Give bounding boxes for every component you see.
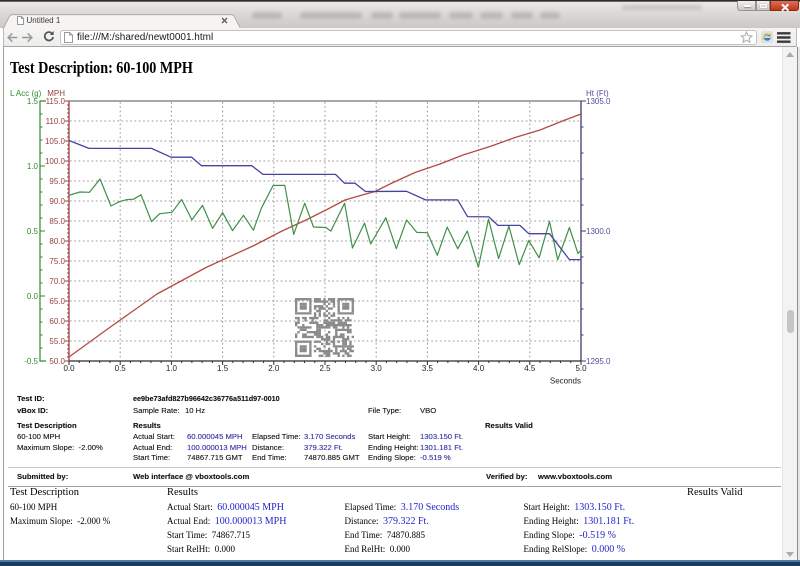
svg-text:65.0: 65.0 bbox=[49, 297, 65, 306]
svg-text:80.0: 80.0 bbox=[49, 237, 65, 246]
svg-text:0.5: 0.5 bbox=[115, 364, 127, 373]
svg-text:5.0: 5.0 bbox=[575, 364, 587, 373]
svg-text:90.0: 90.0 bbox=[49, 197, 65, 206]
svg-text:0.5: 0.5 bbox=[27, 227, 39, 236]
svg-text:1.0: 1.0 bbox=[27, 162, 39, 171]
svg-text:2.5: 2.5 bbox=[319, 364, 331, 373]
svg-text:85.0: 85.0 bbox=[49, 217, 65, 226]
svg-text:1.0: 1.0 bbox=[166, 364, 178, 373]
svg-text:115.0: 115.0 bbox=[46, 97, 66, 106]
svg-text:0.0: 0.0 bbox=[27, 292, 39, 301]
svg-text:Seconds: Seconds bbox=[550, 377, 581, 386]
svg-text:100.0: 100.0 bbox=[45, 157, 66, 166]
svg-text:4.0: 4.0 bbox=[473, 364, 485, 373]
svg-text:1.5: 1.5 bbox=[217, 364, 229, 373]
svg-text:-0.5: -0.5 bbox=[24, 357, 38, 366]
svg-text:1.5: 1.5 bbox=[27, 97, 39, 106]
svg-text:3.5: 3.5 bbox=[422, 364, 434, 373]
svg-text:1295.0: 1295.0 bbox=[586, 357, 611, 366]
svg-text:3.0: 3.0 bbox=[371, 364, 383, 373]
svg-text:0.0: 0.0 bbox=[63, 364, 75, 373]
svg-text:60.0: 60.0 bbox=[49, 317, 65, 326]
svg-text:4.5: 4.5 bbox=[524, 364, 536, 373]
svg-text:2.0: 2.0 bbox=[268, 364, 280, 373]
svg-text:1305.0: 1305.0 bbox=[586, 97, 611, 106]
svg-text:95.0: 95.0 bbox=[49, 177, 65, 186]
svg-text:110.0: 110.0 bbox=[46, 117, 66, 126]
svg-text:55.0: 55.0 bbox=[49, 337, 65, 346]
svg-text:75.0: 75.0 bbox=[49, 257, 65, 266]
svg-text:1300.0: 1300.0 bbox=[586, 227, 611, 236]
svg-text:70.0: 70.0 bbox=[49, 277, 65, 286]
svg-text:105.0: 105.0 bbox=[45, 137, 66, 146]
